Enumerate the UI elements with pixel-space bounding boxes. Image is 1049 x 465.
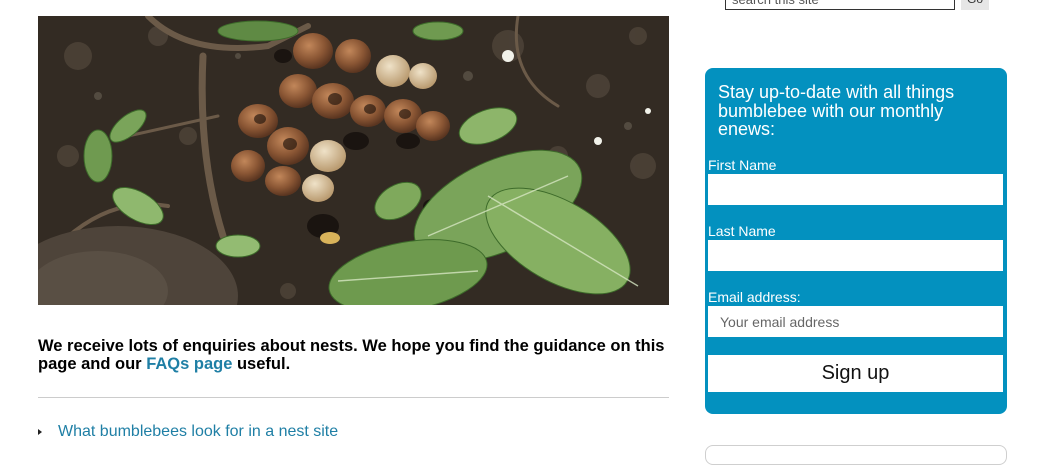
intro-text: We receive lots of enquiries about nests… bbox=[38, 337, 669, 373]
intro-text-before: We receive lots of enquiries about nests… bbox=[38, 337, 665, 373]
toc-link-nest-site[interactable]: What bumblebees look for in a nest site bbox=[58, 423, 338, 441]
hero-image bbox=[38, 16, 669, 305]
last-name-label: Last Name bbox=[708, 223, 776, 239]
toc-item: What bumblebees look for in a nest site bbox=[38, 422, 338, 442]
sign-up-button[interactable]: Sign up bbox=[708, 355, 1003, 392]
email-field[interactable] bbox=[708, 306, 1003, 337]
email-label: Email address: bbox=[708, 289, 801, 305]
content-divider bbox=[38, 397, 669, 398]
intro-text-after: useful. bbox=[232, 355, 291, 373]
search-input[interactable] bbox=[725, 0, 955, 10]
bullet-arrow-icon bbox=[38, 429, 42, 435]
last-name-field[interactable] bbox=[708, 240, 1003, 271]
faqs-link[interactable]: FAQs page bbox=[146, 355, 232, 373]
search-button[interactable]: Go bbox=[961, 0, 989, 10]
newsletter-signup-panel: Stay up-to-date with all things bumblebe… bbox=[705, 68, 1007, 414]
sidebar-next-box bbox=[705, 445, 1007, 465]
signup-heading: Stay up-to-date with all things bumblebe… bbox=[718, 82, 955, 139]
first-name-label: First Name bbox=[708, 157, 777, 173]
first-name-field[interactable] bbox=[708, 174, 1003, 205]
